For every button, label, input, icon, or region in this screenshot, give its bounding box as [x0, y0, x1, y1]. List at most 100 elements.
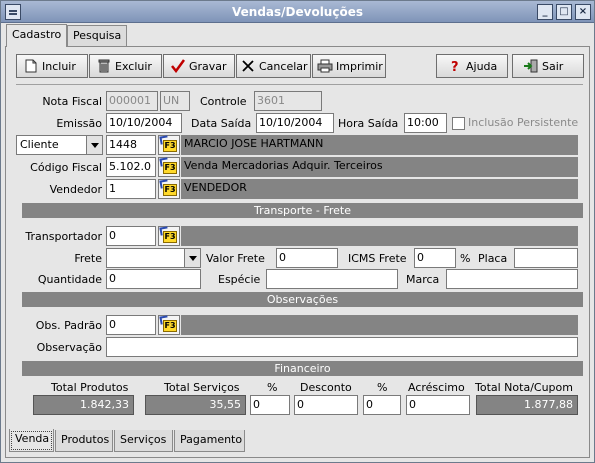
serie-field[interactable]: UN	[160, 91, 190, 111]
total-nota-label: Total Nota/Cupom	[475, 381, 573, 394]
f3-key-icon: F3	[163, 162, 177, 174]
placa-label: Placa	[478, 252, 508, 265]
tab-pesquisa[interactable]: Pesquisa	[67, 25, 127, 47]
close-button[interactable]: ×	[575, 4, 591, 20]
excluir-label: Excluir	[115, 60, 152, 73]
toolbar-divider	[16, 84, 583, 85]
obs-padrao-label: Obs. Padrão	[35, 319, 102, 332]
chevron-down-icon	[184, 249, 200, 267]
cliente-code-field[interactable]: 1448	[106, 135, 156, 155]
exit-door-icon	[524, 59, 538, 73]
controle-field[interactable]: 3601	[254, 91, 322, 111]
obs-lookup-button[interactable]: F3	[158, 315, 180, 335]
excluir-button[interactable]: Excluir	[89, 54, 162, 78]
checkmark-icon	[171, 59, 186, 73]
transportador-label: Transportador	[25, 230, 102, 243]
trash-icon	[98, 59, 110, 73]
transportador-code-field[interactable]: 0	[106, 226, 156, 246]
pct2-label: %	[377, 381, 388, 394]
gravar-button[interactable]: Gravar	[163, 54, 235, 78]
svg-text:?: ?	[451, 60, 459, 73]
tab-cadastro[interactable]: Cadastro	[6, 24, 67, 47]
f3-key-icon: F3	[163, 140, 177, 152]
frete-select[interactable]	[106, 248, 201, 268]
incluir-label: Incluir	[42, 60, 76, 73]
cliente-type-value: Cliente	[20, 138, 59, 151]
observacao-field[interactable]	[106, 337, 578, 357]
tab-produtos[interactable]: Produtos	[55, 430, 113, 452]
vendedor-lookup-button[interactable]: F3	[158, 179, 180, 199]
valor-frete-label: Valor Frete	[206, 252, 265, 265]
cliente-lookup-button[interactable]: F3	[158, 135, 180, 155]
hora-saida-field[interactable]: 10:00	[404, 113, 447, 133]
imprimir-button[interactable]: Imprimir	[312, 54, 386, 78]
title-bar: Vendas/Devoluções _ □ ×	[1, 1, 594, 23]
data-saida-field[interactable]: 10/10/2004	[256, 113, 334, 133]
new-document-icon	[25, 59, 37, 73]
nota-fiscal-field[interactable]: 000001	[106, 91, 158, 111]
observacao-label: Observação	[36, 341, 102, 354]
frete-label: Frete	[74, 252, 102, 265]
tab-servicos[interactable]: Serviços	[114, 430, 173, 452]
cfop-description-display: Venda Mercadorias Adquir. Terceiros	[181, 157, 578, 177]
financeiro-section-header: Financeiro	[22, 361, 583, 376]
controle-label: Controle	[200, 95, 247, 108]
marca-field[interactable]	[446, 269, 578, 289]
f3-key-icon: F3	[163, 231, 177, 243]
cadastro-panel: Incluir Excluir Gravar Cancelar Imprimir…	[5, 46, 590, 458]
printer-icon	[317, 59, 333, 73]
emissao-field[interactable]: 10/10/2004	[106, 113, 182, 133]
inclusao-persistente-label: Inclusão Persistente	[468, 116, 579, 129]
sair-button[interactable]: Sair	[512, 54, 584, 78]
tab-pagamento[interactable]: Pagamento	[174, 430, 245, 452]
vendedor-name-display: VENDEDOR	[181, 179, 578, 199]
cliente-name-display: MARCIO JOSE HARTMANN	[181, 135, 578, 155]
total-produtos-value: 1.842,33	[33, 395, 134, 415]
total-nota-value: 1.877,88	[476, 395, 578, 415]
window-title: Vendas/Devoluções	[232, 5, 363, 19]
transportador-lookup-button[interactable]: F3	[158, 226, 180, 246]
tab-venda[interactable]: Venda	[9, 429, 54, 452]
total-servicos-value: 35,55	[145, 395, 246, 415]
cliente-type-select[interactable]: Cliente	[16, 135, 103, 155]
pct2-field[interactable]: 0	[363, 395, 401, 415]
cancelar-button[interactable]: Cancelar	[236, 54, 311, 78]
placa-field[interactable]	[514, 248, 578, 268]
marca-label: Marca	[406, 273, 440, 286]
pct1-label: %	[267, 381, 278, 394]
transportador-name-display	[181, 226, 578, 246]
obs-padrao-field[interactable]: 0	[106, 315, 156, 335]
cancel-x-icon	[242, 60, 254, 72]
inclusao-persistente-checkbox[interactable]	[452, 117, 465, 130]
acrescimo-field[interactable]: 0	[406, 395, 470, 415]
maximize-button[interactable]: □	[556, 4, 572, 20]
acrescimo-label: Acréscimo	[408, 381, 465, 394]
imprimir-label: Imprimir	[336, 60, 383, 73]
quantidade-field[interactable]: 0	[106, 269, 201, 289]
vendas-window: Vendas/Devoluções _ □ × Cadastro Pesquis…	[0, 0, 595, 463]
pct1-field[interactable]: 0	[250, 395, 290, 415]
cfop-lookup-button[interactable]: F3	[158, 157, 180, 177]
ajuda-button[interactable]: ? Ajuda	[436, 54, 508, 78]
nota-fiscal-label: Nota Fiscal	[42, 95, 102, 108]
vendedor-label: Vendedor	[49, 183, 102, 196]
hora-saida-label: Hora Saída	[338, 117, 399, 130]
especie-field[interactable]	[266, 269, 398, 289]
minimize-button[interactable]: _	[537, 4, 553, 20]
codigo-fiscal-field[interactable]: 5.102.0	[106, 157, 156, 177]
gravar-label: Gravar	[189, 60, 227, 73]
desconto-field[interactable]: 0	[294, 395, 358, 415]
observacoes-section-header: Observações	[22, 292, 583, 307]
emissao-label: Emissão	[56, 117, 102, 130]
desconto-label: Desconto	[300, 381, 352, 394]
data-saida-label: Data Saída	[191, 117, 252, 130]
total-produtos-label: Total Produtos	[51, 381, 129, 394]
valor-frete-field[interactable]: 0	[276, 248, 338, 268]
vendedor-code-field[interactable]: 1	[106, 179, 156, 199]
f3-key-icon: F3	[163, 320, 177, 332]
total-servicos-label: Total Serviços	[164, 381, 240, 394]
chevron-down-icon	[86, 136, 102, 154]
incluir-button[interactable]: Incluir	[16, 54, 88, 78]
icms-frete-field[interactable]: 0	[414, 248, 456, 268]
f3-key-icon: F3	[163, 184, 177, 196]
